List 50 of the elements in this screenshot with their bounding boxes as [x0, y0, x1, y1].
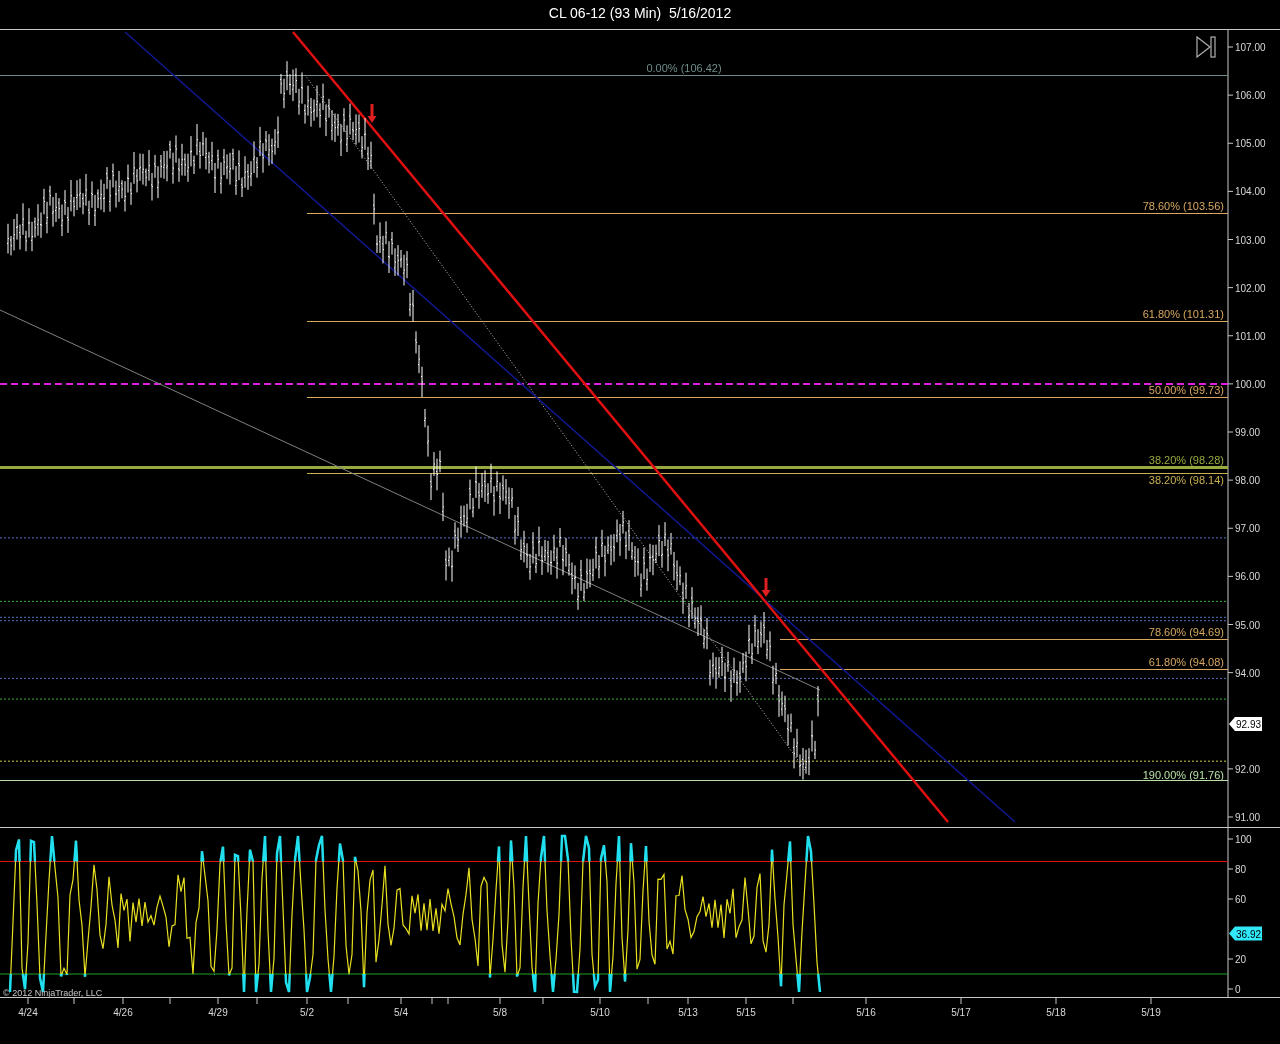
fibonacci-label: 0.00% (106.42)	[646, 61, 722, 74]
date-axis-label: 5/18	[1046, 1007, 1066, 1018]
date-axis-label: 4/29	[208, 1007, 228, 1018]
price-axis-label: 94.00	[1235, 667, 1261, 679]
price-axis-label: 104.00	[1235, 186, 1266, 198]
fibonacci-label: 38.20% (98.28)	[1148, 453, 1224, 466]
date-axis-label: 5/17	[951, 1007, 971, 1018]
date-axis-label: 4/24	[18, 1007, 38, 1018]
price-axis-label: 103.00	[1235, 234, 1266, 246]
price-axis-label: 95.00	[1235, 619, 1261, 631]
date-axis-label: 5/15	[736, 1007, 756, 1018]
price-axis-label: 99.00	[1235, 427, 1261, 438]
indicator-axis-label: 100	[1235, 834, 1252, 845]
price-axis-label: 91.00	[1235, 812, 1261, 823]
price-axis-label: 101.00	[1235, 330, 1266, 342]
date-axis-label: 5/13	[678, 1007, 698, 1018]
indicator-axis-label: 20	[1235, 954, 1247, 965]
price-axis-label: 107.00	[1235, 42, 1266, 53]
date-axis-label: 5/2	[300, 1007, 314, 1018]
date-axis-label: 4/26	[113, 1007, 133, 1018]
scroll-to-end-icon[interactable]	[1196, 35, 1216, 59]
indicator-axis-label: 60	[1235, 894, 1247, 905]
date-axis-label: 5/19	[1141, 1007, 1161, 1018]
fibonacci-label: 190.00% (91.76)	[1142, 768, 1224, 781]
price-axis-label: 100.00	[1235, 378, 1266, 390]
price-axis-label: 97.00	[1235, 523, 1261, 535]
indicator-axis-label: 0	[1235, 984, 1241, 995]
date-axis-label: 5/4	[394, 1007, 408, 1018]
price-axis-label: 96.00	[1235, 571, 1261, 583]
copyright-text: © 2012 NinjaTrader, LLC	[3, 988, 103, 997]
price-axis-label: 105.00	[1235, 138, 1266, 150]
price-axis-label: 98.00	[1235, 475, 1261, 487]
price-axis-label: 102.00	[1235, 282, 1266, 294]
price-axis-label: 92.00	[1235, 763, 1261, 775]
fibonacci-label: 38.20% (98.14)	[1148, 473, 1224, 486]
fibonacci-label: 78.60% (103.56)	[1142, 199, 1224, 212]
fibonacci-label: 50.00% (99.73)	[1148, 383, 1224, 396]
fibonacci-label: 78.60% (94.69)	[1148, 625, 1224, 638]
date-axis-label: 5/8	[493, 1007, 507, 1018]
down-arrow-icon	[367, 104, 377, 123]
last-price-tag: 92.93	[1229, 717, 1262, 732]
down-arrow-icon	[761, 578, 771, 597]
chart-title: CL 06-12 (93 Min) 5/16/2012	[548, 4, 732, 23]
indicator-axis-label: 80	[1235, 864, 1247, 875]
date-axis-label: 5/16	[856, 1007, 876, 1018]
fibonacci-label: 61.80% (94.08)	[1148, 655, 1224, 668]
date-axis-label: 5/10	[590, 1007, 610, 1018]
indicator-value-tag: 36.92	[1229, 926, 1262, 941]
fibonacci-label: 61.80% (101.31)	[1142, 307, 1224, 320]
price-axis-label: 106.00	[1235, 90, 1266, 102]
